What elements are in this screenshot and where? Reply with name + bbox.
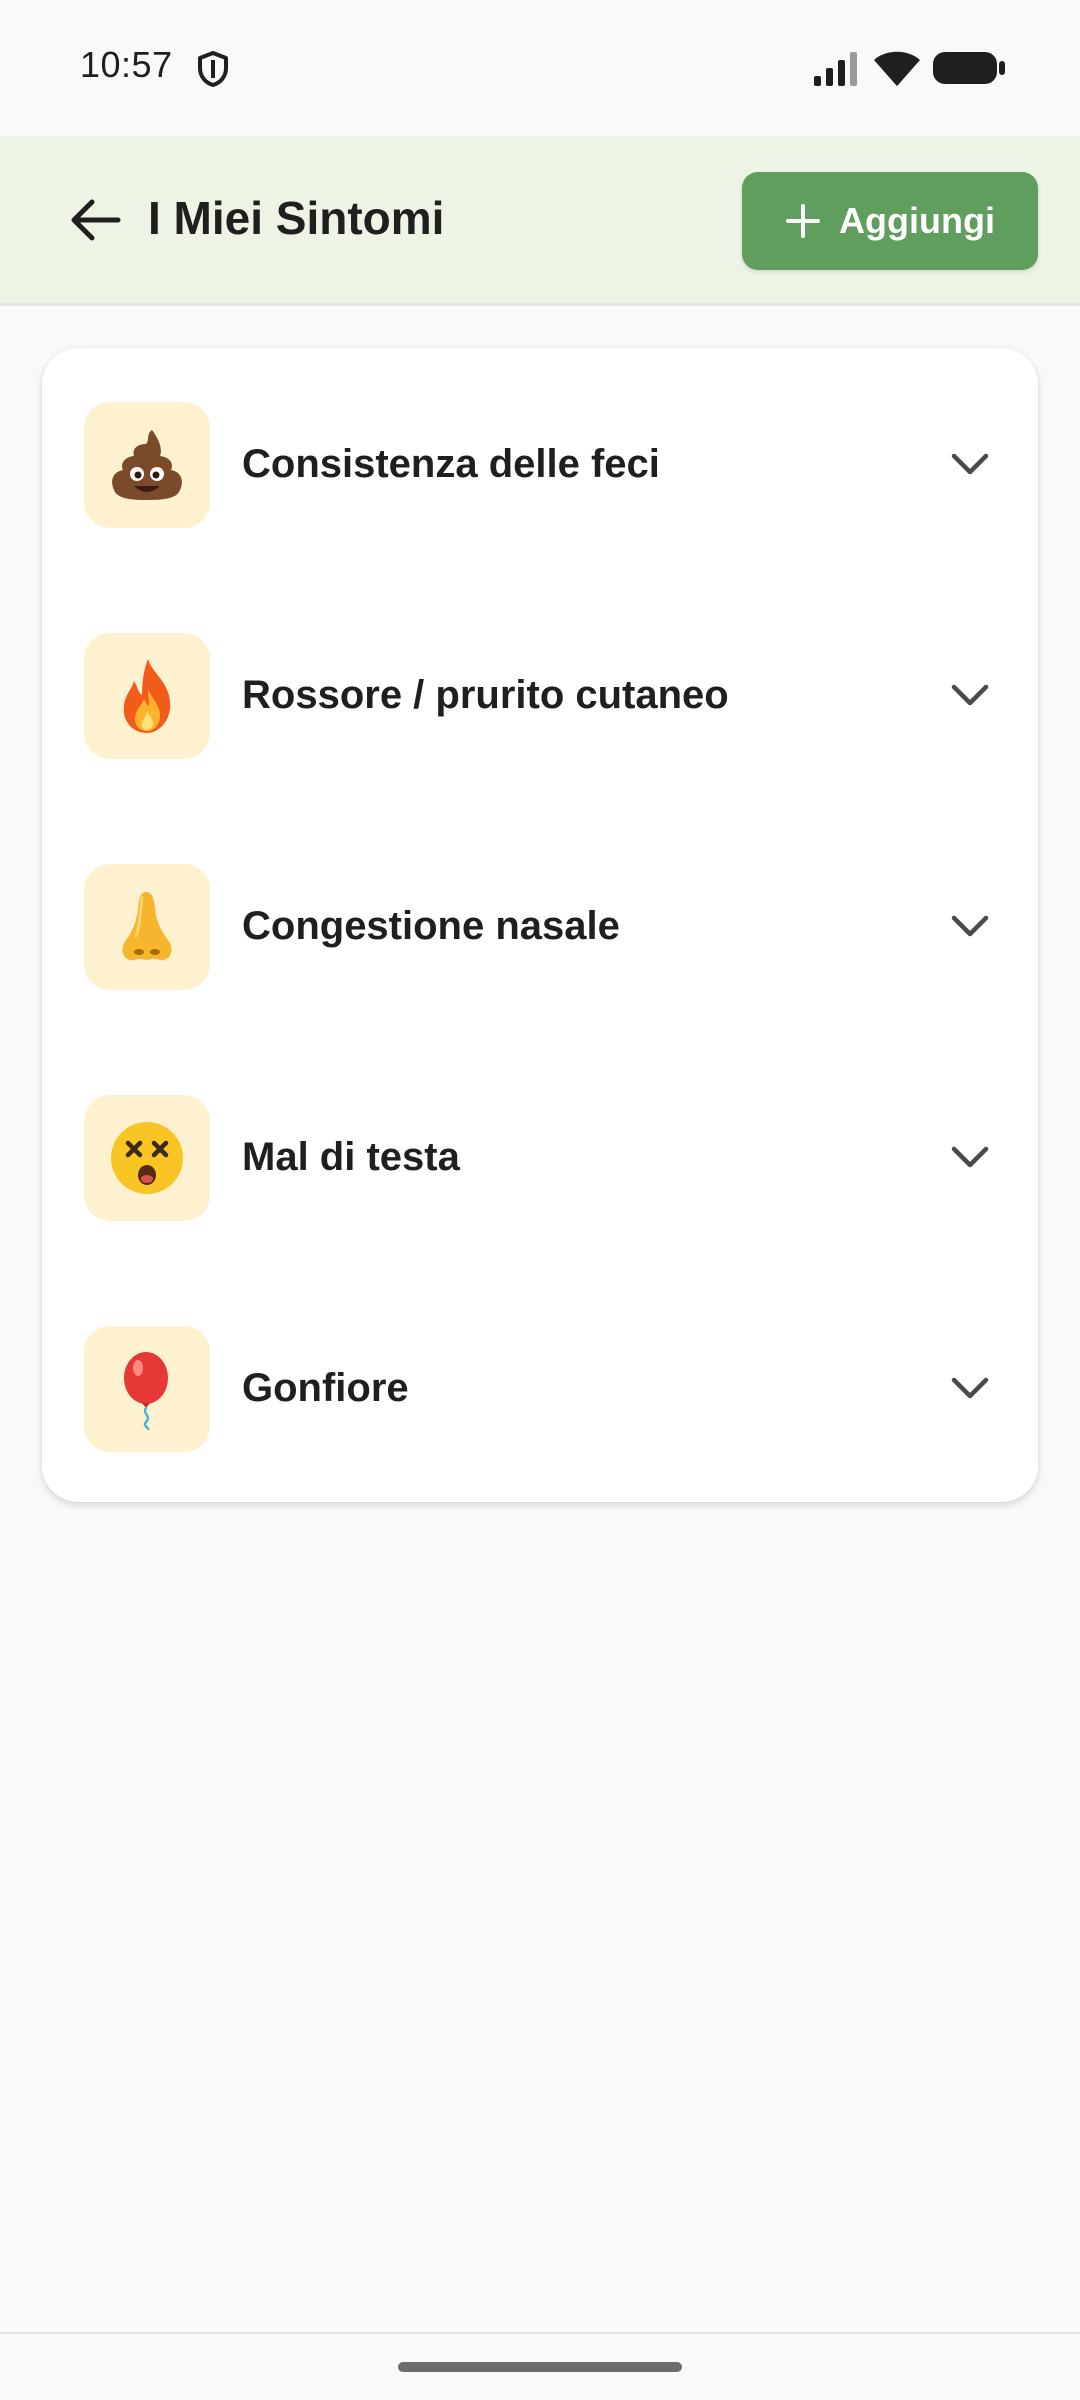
- battery-icon: [933, 52, 1005, 84]
- symptom-icon-box: [84, 864, 210, 990]
- status-time: 10:57: [80, 44, 173, 85]
- add-button-label: Aggiungi: [839, 200, 995, 241]
- symptom-label: Congestione nasale: [242, 904, 620, 948]
- fire-emoji-icon: [123, 659, 171, 733]
- wifi-icon: [874, 51, 920, 86]
- home-indicator[interactable]: [398, 2362, 682, 2372]
- poop-emoji-icon: [112, 430, 182, 500]
- symptom-item-stool-consistency[interactable]: Consistenza delle feci: [42, 402, 1038, 602]
- page-title: I Miei Sintomi: [148, 192, 445, 244]
- back-button[interactable]: [56, 180, 136, 260]
- symptom-item-bloating[interactable]: Gonfiore: [42, 1326, 1038, 1526]
- chevron-down-icon[interactable]: [948, 1139, 992, 1173]
- symptom-label: Rossore / prurito cutaneo: [242, 673, 729, 717]
- nose-emoji-icon: [122, 892, 172, 961]
- symptom-item-headache[interactable]: Mal di testa: [42, 1095, 1038, 1295]
- status-bar: 10:57: [0, 0, 1080, 136]
- symptom-icon-box: [84, 633, 210, 759]
- plus-icon: [786, 204, 821, 238]
- app-bar: I Miei Sintomi Aggiungi: [0, 136, 1080, 306]
- symptom-list-card: Consistenza delle feci Rossore / prurito…: [42, 348, 1038, 1502]
- symptom-icon-box: [84, 1326, 210, 1452]
- symptom-label: Consistenza delle feci: [242, 442, 660, 486]
- chevron-down-icon[interactable]: [948, 908, 992, 942]
- chevron-down-icon[interactable]: [948, 446, 992, 480]
- symptom-item-nasal-congestion[interactable]: Congestione nasale: [42, 864, 1038, 1064]
- chevron-down-icon[interactable]: [948, 677, 992, 711]
- signal-icon: [814, 52, 857, 86]
- dizzy-face-emoji-icon: [111, 1122, 183, 1194]
- shield-icon: [198, 51, 228, 87]
- symptom-label: Mal di testa: [242, 1135, 460, 1179]
- balloon-emoji-icon: [124, 1352, 168, 1430]
- symptom-item-skin-redness[interactable]: Rossore / prurito cutaneo: [42, 633, 1038, 833]
- symptom-icon-box: [84, 1095, 210, 1221]
- chevron-down-icon[interactable]: [948, 1370, 992, 1404]
- gesture-navigation-bar: [0, 2332, 1080, 2400]
- add-symptom-button[interactable]: Aggiungi: [742, 172, 1038, 270]
- symptom-icon-box: [84, 402, 210, 528]
- symptom-label: Gonfiore: [242, 1366, 409, 1410]
- arrow-left-icon: [71, 199, 121, 241]
